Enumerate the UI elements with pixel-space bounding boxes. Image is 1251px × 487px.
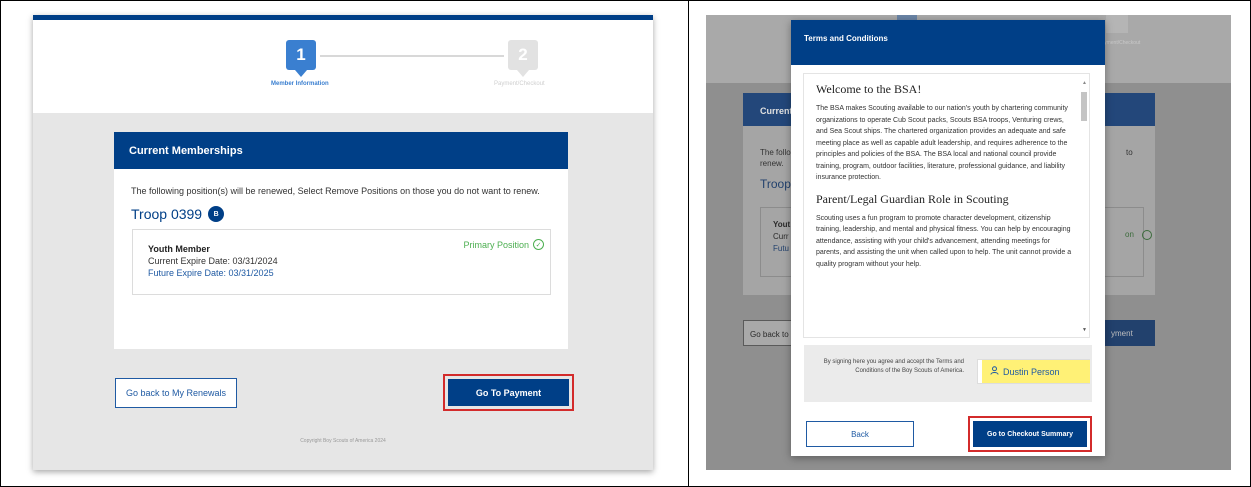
terms-modal: Terms and Conditions Welcome to the BSA!… (791, 20, 1105, 456)
go-to-payment-button[interactable]: Go To Payment (448, 379, 569, 406)
dimmed-card-title: Current (760, 106, 793, 116)
scroll-up-arrow-icon[interactable]: ▲ (1082, 80, 1087, 86)
welcome-heading: Welcome to the BSA! (816, 82, 922, 96)
current-memberships-card: Current Memberships The following positi… (114, 132, 568, 349)
terms-scroll-area[interactable]: Welcome to the BSA! The BSA makes Scouti… (803, 73, 1090, 338)
welcome-paragraph: The BSA makes Scouting available to our … (816, 105, 1068, 181)
signature-area: By signing here you agree and accept the… (804, 345, 1092, 402)
scrollbar[interactable]: ▲ ▼ (1081, 80, 1087, 333)
dimmed-text-2: renew. (760, 159, 784, 168)
dimmed-text-right: to (1126, 148, 1133, 157)
scroll-thumb[interactable] (1081, 92, 1087, 121)
back-button[interactable]: Back (806, 421, 914, 447)
primary-position-status: Primary Position ✓ (463, 239, 544, 250)
check-circle-icon: ✓ (533, 239, 544, 250)
scroll-down-arrow-icon[interactable]: ▼ (1082, 327, 1087, 333)
dimmed-text-1: The follo (760, 148, 791, 157)
dimmed-payment-button: yment (1099, 320, 1155, 346)
guardian-role-heading: Parent/Legal Guardian Role in Scouting (816, 191, 1009, 206)
step-1-label: Member Information (271, 81, 329, 87)
dimmed-primary-fragment: on (1125, 230, 1134, 239)
guardian-role-paragraph: Scouting uses a fun program to promote c… (816, 214, 1072, 268)
signer-name: Dustin Person (1003, 366, 1060, 377)
dimmed-box-line-2: Curr (773, 232, 789, 241)
future-expire-date: Future Expire Date: 03/31/2025 (148, 268, 274, 278)
step-2-label: Payment/Checkout (494, 81, 545, 87)
dimmed-box-line-1: Yout (773, 220, 791, 229)
dimmed-box-line-3: Futu (773, 244, 790, 253)
go-to-checkout-summary-button[interactable]: Go to Checkout Summary (973, 421, 1087, 447)
signature-field[interactable]: Dustin Person (977, 359, 1090, 384)
troop-name[interactable]: Troop 0399 (131, 206, 202, 222)
step-connector (320, 55, 504, 57)
card-title: Current Memberships (114, 132, 568, 169)
terms-page: Payment/Checkout Current The follo renew… (706, 15, 1231, 470)
dimmed-step-2-marker (1106, 15, 1128, 33)
go-back-to-renewals-button[interactable]: Go back to My Renewals (115, 378, 237, 408)
troop-badge: B (208, 206, 225, 222)
checkout-button-highlight: Go to Checkout Summary (968, 416, 1092, 452)
progress-header: 1 2 Member Information Payment/Checkout (33, 20, 653, 113)
membership-item: Primary Position ✓ Youth Member Current … (132, 229, 551, 295)
troop-row: Troop 0399 B (131, 206, 551, 222)
dimmed-troop: Troop (760, 177, 791, 191)
primary-position-label: Primary Position (463, 239, 529, 250)
payment-button-highlight: Go To Payment (443, 374, 574, 411)
panel-divider (688, 0, 689, 487)
signature-value: Dustin Person (982, 360, 1090, 383)
signature-agreement-text: By signing here you agree and accept the… (823, 359, 964, 374)
modal-title: Terms and Conditions (791, 20, 1105, 65)
renewal-instruction: The following position(s) will be renewe… (131, 186, 540, 196)
dimmed-check-circle-icon (1142, 230, 1152, 240)
current-expire-date: Current Expire Date: 03/31/2024 (148, 256, 278, 266)
dimmed-back-button: Go back to (743, 320, 793, 346)
step-2-marker: 2 (508, 40, 538, 77)
step-1-marker: 1 (286, 40, 316, 77)
user-icon (990, 366, 999, 377)
copyright-text: Copyright Boy Scouts of America 2024 (300, 438, 386, 444)
renewal-page: 1 2 Member Information Payment/Checkout … (33, 15, 653, 470)
